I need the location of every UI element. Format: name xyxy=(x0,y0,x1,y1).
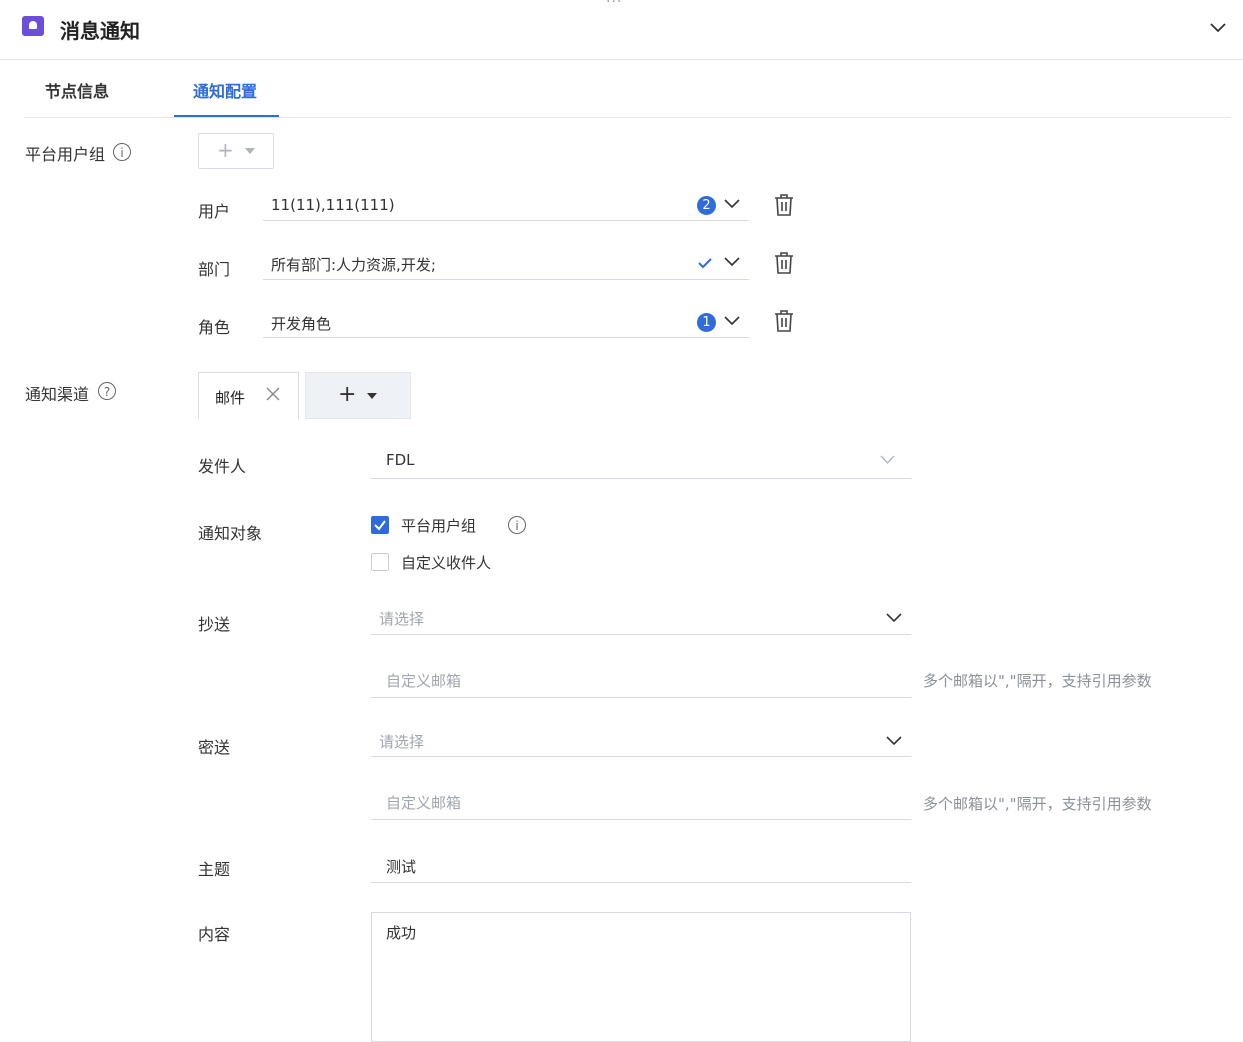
plus-icon: + xyxy=(217,138,234,162)
cc-label: 抄送 xyxy=(198,615,231,634)
help-icon[interactable]: ? xyxy=(98,382,116,400)
sender-select-value[interactable]: FDL xyxy=(386,451,415,469)
content-value: 成功 xyxy=(386,924,417,942)
bcc-email-input[interactable]: 自定义邮箱 xyxy=(386,792,461,813)
panel-header: 消息通知 xyxy=(0,0,1243,60)
trash-icon[interactable] xyxy=(773,251,795,275)
cc-select[interactable]: 请选择 xyxy=(379,608,424,629)
platform-group-label: 平台用户组 xyxy=(25,145,106,164)
chevron-down-icon[interactable] xyxy=(724,198,740,210)
plus-icon: + xyxy=(338,382,357,407)
tab-node-info[interactable]: 节点信息 xyxy=(45,78,109,102)
channel-label: 通知渠道 xyxy=(25,385,90,404)
cc-select-underline xyxy=(371,634,911,635)
role-count-badge: 1 xyxy=(697,313,716,332)
bcc-select-underline xyxy=(371,756,911,757)
dept-select-underline xyxy=(263,279,749,280)
subject-label: 主题 xyxy=(198,860,231,879)
tab-divider xyxy=(24,117,1231,118)
dept-select-value[interactable]: 所有部门:人力资源,开发; xyxy=(271,254,436,275)
role-select-value[interactable]: 开发角色 xyxy=(271,313,331,334)
bell-icon xyxy=(22,16,44,36)
check-icon xyxy=(698,258,712,269)
custom-recipient-option-label: 自定义收件人 xyxy=(401,554,492,572)
subject-input[interactable]: 测试 xyxy=(386,856,416,877)
cc-hint: 多个邮箱以","隔开，支持引用参数 xyxy=(923,672,1152,690)
chevron-down-icon[interactable] xyxy=(886,612,902,624)
target-label: 通知对象 xyxy=(198,524,263,543)
trash-icon[interactable] xyxy=(773,193,795,217)
user-select-underline xyxy=(263,220,749,221)
channel-tab-email[interactable]: 邮件 xyxy=(198,372,299,419)
role-select-underline xyxy=(263,337,749,338)
user-row-label: 用户 xyxy=(198,202,231,221)
chevron-down-icon[interactable] xyxy=(724,315,740,327)
sender-underline xyxy=(371,478,911,479)
platform-group-checkbox[interactable] xyxy=(371,516,389,534)
chevron-down-icon[interactable] xyxy=(1208,18,1228,38)
check-icon xyxy=(374,520,386,531)
add-channel-button[interactable]: + xyxy=(305,372,411,419)
content-textarea[interactable]: 成功 xyxy=(371,912,911,1042)
chevron-down-icon[interactable] xyxy=(880,455,895,465)
chevron-down-icon[interactable] xyxy=(724,256,740,268)
sender-label: 发件人 xyxy=(198,457,247,476)
custom-recipient-checkbox[interactable] xyxy=(371,553,389,571)
close-icon[interactable] xyxy=(266,387,280,401)
panel-title: 消息通知 xyxy=(60,19,140,43)
subject-underline xyxy=(371,882,911,883)
bcc-select[interactable]: 请选择 xyxy=(379,731,424,752)
caret-down-icon xyxy=(245,148,255,154)
role-row-label: 角色 xyxy=(198,318,231,337)
platform-group-option-label: 平台用户组 xyxy=(401,517,477,535)
bcc-input-underline xyxy=(371,819,911,820)
bcc-label: 密送 xyxy=(198,738,231,757)
trash-icon[interactable] xyxy=(773,309,795,333)
dept-row-label: 部门 xyxy=(198,260,231,279)
content-label: 内容 xyxy=(198,925,231,944)
info-icon[interactable]: i xyxy=(508,516,526,534)
user-select-value[interactable]: 11(11),111(111) xyxy=(271,196,395,214)
cc-email-input[interactable]: 自定义邮箱 xyxy=(386,670,461,691)
add-group-member-button[interactable]: + xyxy=(198,133,274,169)
cc-input-underline xyxy=(371,697,911,698)
caret-down-icon xyxy=(367,393,377,399)
info-icon[interactable]: i xyxy=(113,143,131,161)
chevron-down-icon[interactable] xyxy=(886,735,902,747)
user-count-badge: 2 xyxy=(697,196,716,215)
bcc-hint: 多个邮箱以","隔开，支持引用参数 xyxy=(923,795,1152,813)
tab-notify-config[interactable]: 通知配置 xyxy=(193,78,257,102)
channel-tab-label: 邮件 xyxy=(215,389,246,407)
